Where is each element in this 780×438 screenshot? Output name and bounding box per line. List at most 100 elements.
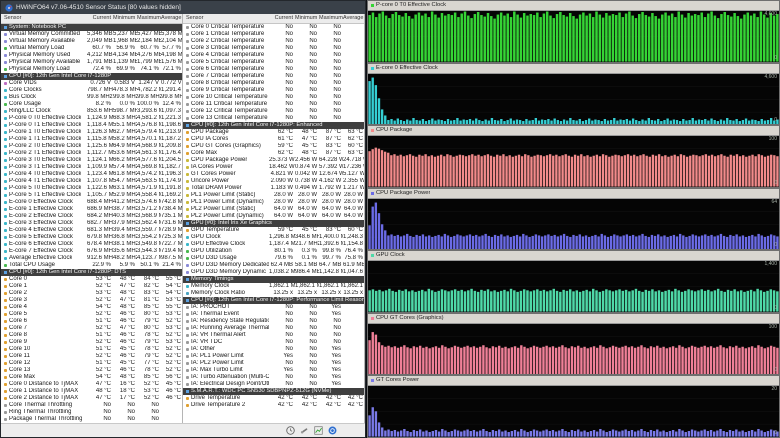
sensor-row[interactable]: Core 1 Critical TemperatureNoNoNo xyxy=(183,31,364,38)
sensor-row[interactable]: Core 651 °C46 °C79 °C52 °C xyxy=(1,318,182,325)
sensor-row[interactable]: P-core 1 T1 Effective Clock1,115.8 MHz58… xyxy=(1,136,182,143)
sensor-row[interactable]: IA: VR Thermal AlertNoNoNo xyxy=(183,332,364,339)
sensor-row[interactable]: Core 454 °C48 °C85 °C55 °C xyxy=(1,304,182,311)
sensor-row[interactable]: Core 6 Critical TemperatureNoNoNo xyxy=(183,66,364,73)
sensor-row[interactable]: Core 1152 °C46 °C79 °C52 °C xyxy=(1,353,182,360)
column-header-maximum[interactable]: Maximum xyxy=(137,14,161,23)
sensor-row[interactable]: Core 10 Critical TemperatureNoNoNo xyxy=(183,94,364,101)
sensor-row[interactable]: Drive Temperature 242 °C42 °C42 °C42 °C xyxy=(183,402,364,409)
column-header-current[interactable]: Current xyxy=(269,14,295,23)
graph-titlebar[interactable]: P-core 0 T0 Effective Clock xyxy=(368,1,779,11)
sensor-row[interactable]: P-core 2 T1 Effective Clock1,112.7 MHz53… xyxy=(1,150,182,157)
column-header-maximum[interactable]: Maximum xyxy=(319,14,343,23)
graph-titlebar[interactable]: E-core 0 Effective Clock xyxy=(368,64,779,74)
sensor-row[interactable]: PL2 Power Limit (Static)64.0 W64.0 W64.0… xyxy=(183,206,364,213)
sensor-row[interactable]: Memory Clock1,862.1 MHz1,862.1 MHz1,862.… xyxy=(183,283,364,290)
sensor-row[interactable]: P-core 5 T1 Effective Clock1,105.7 MHz52… xyxy=(1,192,182,199)
graph-plot[interactable]: 200 xyxy=(368,386,779,437)
graph-titlebar[interactable]: GPU Clock xyxy=(368,251,779,261)
sensor-row[interactable]: E-core 4 Effective Clock681.3 MHz39.4 MH… xyxy=(1,227,182,234)
sensor-row[interactable]: GPU D3D Memory Dynamic1,038.2 MB986.4 MB… xyxy=(183,269,364,276)
sensor-row[interactable]: IA: Residency State RegulationNoNoNo xyxy=(183,318,364,325)
sensor-section-row[interactable]: CPU [#0]: 12th Gen Intel Core i7-1280P xyxy=(1,73,182,80)
sensor-row[interactable]: Core 8 Critical TemperatureNoNoNo xyxy=(183,80,364,87)
sensor-row[interactable]: CPU Package62 °C48 °C87 °C63 °C xyxy=(183,129,364,136)
graph-plot[interactable]: 1000 xyxy=(368,136,779,187)
sensor-row[interactable]: Ring Thermal ThrottlingNoNoNo xyxy=(1,409,182,416)
graph-plot[interactable]: 1,4000 xyxy=(368,261,779,312)
sensor-row[interactable]: IA: PROCHOTNoNoYes xyxy=(183,304,364,311)
sensor-row[interactable]: IA: Running Average Thermal LimitNoNoNo xyxy=(183,325,364,332)
sensor-row[interactable]: PL2 Power Limit (Dynamic)64.0 W64.0 W64.… xyxy=(183,213,364,220)
sensor-row[interactable]: E-core 3 Effective Clock682.7 MHz37.9 MH… xyxy=(1,220,182,227)
sensor-row[interactable]: Physical Memory Load72.4 %69.9 %74.1 %72… xyxy=(1,66,182,73)
sensor-row[interactable]: CPU GT Cores (Graphics)59 °C45 °C83 °C60… xyxy=(183,143,364,150)
sensor-row[interactable]: P-core 4 T1 Effective Clock1,107.8 MHz54… xyxy=(1,178,182,185)
sensor-row[interactable]: Virtual Memory Available2,049 MB1,968 MB… xyxy=(1,38,182,45)
sensor-row[interactable]: P-core 2 T0 Effective Clock1,125.6 MHz64… xyxy=(1,143,182,150)
sensor-row[interactable]: Core 7 Critical TemperatureNoNoNo xyxy=(183,73,364,80)
sensor-row[interactable]: E-core 7 Effective Clock676.9 MHz35.6 MH… xyxy=(1,248,182,255)
sensor-row[interactable]: Bus Clock99.8 MHz99.8 MHz99.8 MHz99.8 MH… xyxy=(1,94,182,101)
sensor-row[interactable]: Core 0 Critical TemperatureNoNoNo xyxy=(183,24,364,31)
sensor-section-row[interactable]: S.M.A.R.T.: WDC PC SN530 SDBPNPZ-512G (N… xyxy=(183,388,364,395)
sensor-row[interactable]: Core 5 Critical TemperatureNoNoNo xyxy=(183,59,364,66)
sensor-row[interactable]: Core 3 Critical TemperatureNoNoNo xyxy=(183,45,364,52)
sensor-section-row[interactable]: CPU [#0]: 12th Gen Intel Core i7-1280P: … xyxy=(183,297,364,304)
sensor-row[interactable]: Core 1352 °C46 °C78 °C52 °C xyxy=(1,367,182,374)
graph-plot[interactable]: 640 xyxy=(368,199,779,250)
sensor-row[interactable]: Core 1051 °C45 °C78 °C52 °C xyxy=(1,346,182,353)
sensor-row[interactable]: IA: VR TDCNoNoNo xyxy=(183,339,364,346)
sensor-row[interactable]: Core 12 Critical TemperatureNoNoNo xyxy=(183,108,364,115)
sensor-row[interactable]: P-core 0 T1 Effective Clock1,118.4 MHz55… xyxy=(1,122,182,129)
sensor-row[interactable]: GPU Temperature59 °C45 °C83 °C60 °C xyxy=(183,227,364,234)
column-header-minimum[interactable]: Minimum xyxy=(113,14,137,23)
sensor-row[interactable]: Core 2 Critical TemperatureNoNoNo xyxy=(183,38,364,45)
sensor-row[interactable]: IA: Thermal EventNoNoYes xyxy=(183,311,364,318)
wrench-icon[interactable] xyxy=(300,426,309,435)
sensor-row[interactable]: Core VIDs0.726 V0.583 V1.247 V0.772 V xyxy=(1,80,182,87)
sensor-row[interactable]: Core Clocks798.7 MHz478.3 MHz4,782.2 MHz… xyxy=(1,87,182,94)
graph-titlebar[interactable]: GT Cores Power xyxy=(368,376,779,386)
clock-icon[interactable] xyxy=(286,426,295,435)
sensor-row[interactable]: Core Max62 °C48 °C87 °C63 °C xyxy=(183,150,364,157)
sensor-row[interactable]: Core Max54 °C48 °C85 °C56 °C xyxy=(1,374,182,381)
sensor-row[interactable]: Physical Memory Available1,791 MB1,139 M… xyxy=(1,59,182,66)
graph-plot[interactable]: 4,6000 xyxy=(368,74,779,125)
sensor-section-row[interactable]: CPU [#0]: 12th Gen Intel Core i7-1280P: … xyxy=(183,122,364,129)
sensor-row[interactable]: Core 152 °C47 °C82 °C54 °C xyxy=(1,283,182,290)
sensor-row[interactable]: E-core 0 Effective Clock688.4 MHz41.2 MH… xyxy=(1,199,182,206)
sensor-section-row[interactable]: CPU [#0]: 12th Gen Intel Core i7-1280P: … xyxy=(1,269,182,276)
sensor-row[interactable]: Core 952 °C46 °C79 °C53 °C xyxy=(1,339,182,346)
sensor-row[interactable]: Core 1251 °C45 °C77 °C52 °C xyxy=(1,360,182,367)
sensor-row[interactable]: PL1 Power Limit (Static)28.0 W28.0 W28.0… xyxy=(183,192,364,199)
sensor-row[interactable]: Memory Clock Ratio13.25 x13.25 x13.25 x1… xyxy=(183,290,364,297)
sensor-row[interactable]: P-core 1 T0 Effective Clock1,126.3 MHz62… xyxy=(1,129,182,136)
sensor-row[interactable]: Package Thermal ThrottlingNoNoNo xyxy=(1,416,182,423)
column-header-sensor[interactable]: Sensor xyxy=(183,14,269,23)
sensor-section-row[interactable]: Memory Timings xyxy=(183,276,364,283)
sensor-row[interactable]: Core Thermal ThrottlingNoNoNo xyxy=(1,402,182,409)
sensor-row[interactable]: PL1 Power Limit (Dynamic)28.0 W28.0 W28.… xyxy=(183,199,364,206)
column-header-average[interactable]: Average xyxy=(161,14,183,23)
sensor-row[interactable]: GPU D3D Usage79.6 %0.1 %99.7 %75.8 % xyxy=(183,255,364,262)
sensor-row[interactable]: IA: OtherNoNoYes xyxy=(183,346,364,353)
sensor-row[interactable]: Core 4 Critical TemperatureNoNoNo xyxy=(183,52,364,59)
sensor-row[interactable]: Core Usage8.2 %0.0 %100.0 %12.4 % xyxy=(1,101,182,108)
sensor-row[interactable]: IA: Max Turbo LimitYesNoYes xyxy=(183,367,364,374)
sensor-row[interactable]: CPU IA Cores61 °C47 °C87 °C62 °C xyxy=(183,136,364,143)
column-header-row[interactable]: SensorCurrentMinimumMaximumAverage xyxy=(1,14,182,24)
sensor-section-row[interactable]: System: Notebook PC xyxy=(1,24,182,31)
sensor-row[interactable]: GPU D3D Memory Dedicated62.4 MB58.1 MB64… xyxy=(183,262,364,269)
chart-icon[interactable] xyxy=(314,426,323,435)
column-header-minimum[interactable]: Minimum xyxy=(295,14,319,23)
sensor-row[interactable]: Virtual Memory Committed5,346 MB5,237 MB… xyxy=(1,31,182,38)
sensor-row[interactable]: Core 13 Critical TemperatureNoNoNo xyxy=(183,115,364,122)
sensor-row[interactable]: Core 851 °C46 °C78 °C52 °C xyxy=(1,332,182,339)
sensor-row[interactable]: IA: PL1 Power LimitYesNoYes xyxy=(183,353,364,360)
column-header-average[interactable]: Average xyxy=(343,14,365,23)
sensor-row[interactable]: IA Cores Power18.462 W0.874 W57.392 W17.… xyxy=(183,164,364,171)
sensor-row[interactable]: Core 253 °C48 °C83 °C54 °C xyxy=(1,290,182,297)
sensor-row[interactable]: Core 352 °C47 °C81 °C53 °C xyxy=(1,297,182,304)
sensor-row[interactable]: Core 11 Critical TemperatureNoNoNo xyxy=(183,101,364,108)
